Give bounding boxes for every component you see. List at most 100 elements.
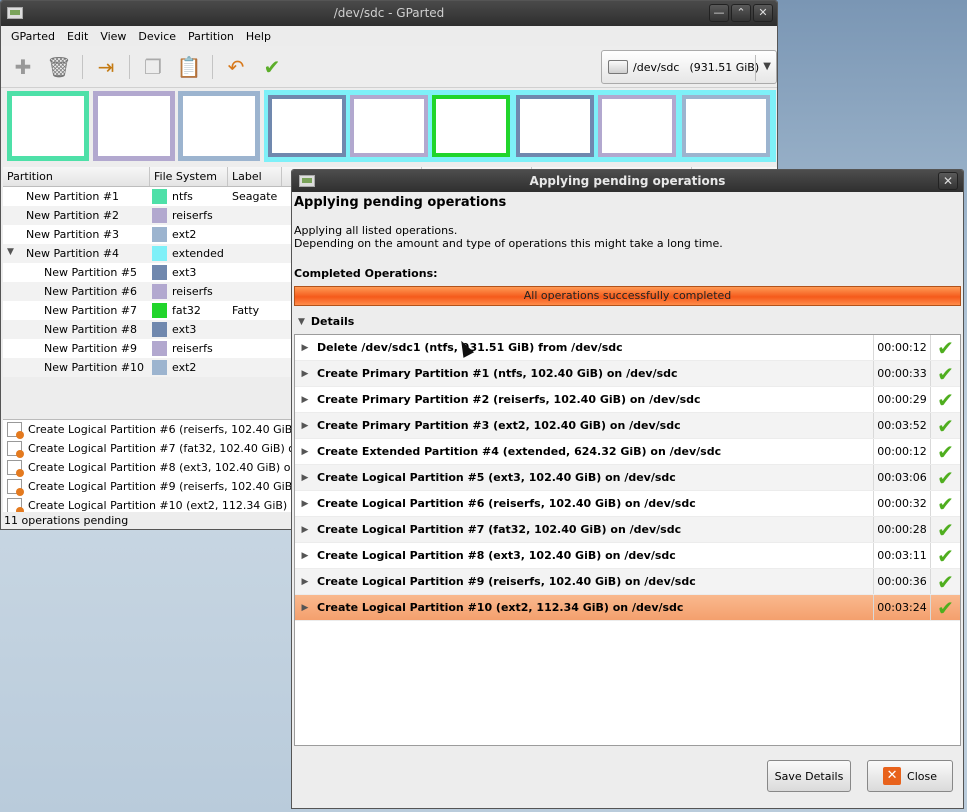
partition-name: New Partition #2 [26, 209, 120, 222]
menu-partition[interactable]: Partition [182, 30, 240, 43]
detail-text: Delete /dev/sdc1 (ntfs, 931.51 GiB) from… [317, 341, 623, 354]
success-check-icon: ✔ [937, 543, 954, 568]
close-label: Close [907, 769, 937, 783]
expander-triangle-icon[interactable]: ▶ [295, 421, 315, 431]
detail-row[interactable]: ▶ Delete /dev/sdc1 (ntfs, 931.51 GiB) fro… [295, 335, 960, 361]
partition-fs: extended [172, 247, 224, 260]
create-partition-icon [7, 460, 24, 477]
detail-row[interactable]: ▶ Create Logical Partition #10 (ext2, 112… [295, 595, 960, 621]
paste-icon[interactable]: 📋 [173, 51, 205, 83]
device-selector[interactable]: /dev/sdc (931.51 GiB) ▼ [601, 50, 777, 84]
expander-triangle-icon[interactable]: ▶ [295, 577, 315, 587]
expander-triangle-icon[interactable]: ▶ [295, 447, 315, 457]
menu-help[interactable]: Help [240, 30, 277, 43]
dialog-description: Applying all listed operations. [294, 224, 458, 237]
partition-row[interactable]: New Partition #2 reiserfs [3, 206, 293, 225]
column-file-system[interactable]: File System [150, 167, 228, 186]
toolbar: ✚ 🗑 ⇥ ❐ 📋 ↶ ✔ /dev/sdc (931.51 GiB) ▼ [1, 46, 777, 88]
detail-row[interactable]: ▶ Create Primary Partition #2 (reiserfs, … [295, 387, 960, 413]
map-partition-1[interactable] [7, 91, 89, 161]
partition-row[interactable]: ▼ New Partition #4 extended [3, 244, 293, 263]
expander-triangle-icon[interactable]: ▶ [295, 499, 315, 509]
menu-view[interactable]: View [94, 30, 132, 43]
map-partition-9[interactable] [598, 95, 676, 157]
detail-row[interactable]: ▶ Create Extended Partition #4 (extended,… [295, 439, 960, 465]
column-label[interactable]: Label [228, 167, 282, 186]
detail-row[interactable]: ▶ Create Logical Partition #5 (ext3, 102.… [295, 465, 960, 491]
expander-triangle-icon[interactable]: ▶ [295, 603, 315, 613]
apply-icon[interactable]: ✔ [256, 51, 288, 83]
dialog-title: Applying pending operations [529, 174, 726, 188]
partition-row[interactable]: New Partition #3 ext2 [3, 225, 293, 244]
partition-row[interactable]: New Partition #10 ext2 [3, 358, 293, 377]
copy-icon[interactable]: ❐ [137, 51, 169, 83]
success-check-icon: ✔ [937, 413, 954, 438]
detail-time: 00:03:11 [873, 543, 931, 568]
menu-device[interactable]: Device [132, 30, 182, 43]
column-partition[interactable]: Partition [3, 167, 150, 186]
map-partition-3[interactable] [178, 91, 260, 161]
expander-triangle-icon[interactable]: ▶ [295, 343, 315, 353]
map-partition-7[interactable] [432, 95, 510, 157]
detail-row[interactable]: ▶ Create Logical Partition #9 (reiserfs, … [295, 569, 960, 595]
detail-row[interactable]: ▶ Create Logical Partition #8 (ext3, 102.… [295, 543, 960, 569]
success-check-icon: ✔ [937, 569, 954, 594]
map-partition-5[interactable] [268, 95, 346, 157]
operation-row[interactable]: Create Logical Partition #8 (ext3, 102.4… [3, 458, 293, 477]
delete-icon[interactable]: 🗑 [43, 51, 75, 83]
menu-gparted[interactable]: GParted [5, 30, 61, 43]
partition-row[interactable]: New Partition #1 ntfs Seagate [3, 187, 293, 206]
detail-row[interactable]: ▶ Create Logical Partition #6 (reiserfs, … [295, 491, 960, 517]
operation-row[interactable]: Create Logical Partition #7 (fat32, 102.… [3, 439, 293, 458]
new-partition-icon[interactable]: ✚ [7, 51, 39, 83]
status-bar: 11 operations pending [1, 512, 293, 529]
map-partition-8[interactable] [516, 95, 594, 157]
toolbar-separator [129, 54, 130, 79]
details-expander[interactable]: ▼ Details [298, 315, 354, 328]
expander-triangle-icon[interactable]: ▼ [7, 247, 14, 257]
partition-name: New Partition #10 [44, 361, 145, 374]
expander-triangle-icon[interactable]: ▶ [295, 551, 315, 561]
expander-triangle-icon[interactable]: ▶ [295, 395, 315, 405]
partition-row[interactable]: New Partition #7 fat32 Fatty [3, 301, 293, 320]
map-partition-6[interactable] [350, 95, 428, 157]
partition-row[interactable]: New Partition #9 reiserfs [3, 339, 293, 358]
maximize-button[interactable]: ⌃ [731, 4, 751, 22]
detail-text: Create Logical Partition #8 (ext3, 102.4… [317, 549, 676, 562]
detail-row[interactable]: ▶ Create Logical Partition #7 (fat32, 102… [295, 517, 960, 543]
partition-fs: ntfs [172, 190, 193, 203]
partition-label: Fatty [232, 304, 260, 317]
partition-row[interactable]: New Partition #6 reiserfs [3, 282, 293, 301]
minimize-button[interactable]: — [709, 4, 729, 22]
close-window-button[interactable]: ✕ [753, 4, 773, 22]
expander-triangle-icon[interactable]: ▶ [295, 473, 315, 483]
resize-move-icon[interactable]: ⇥ [90, 51, 122, 83]
operation-row[interactable]: Create Logical Partition #6 (reiserfs, 1… [3, 420, 293, 439]
expander-triangle-icon[interactable]: ▶ [295, 369, 315, 379]
success-check-icon: ✔ [937, 387, 954, 412]
save-details-button[interactable]: Save Details [767, 760, 851, 792]
dialog-description-2: Depending on the amount and type of oper… [294, 237, 723, 250]
map-partition-4-extended[interactable] [264, 90, 776, 162]
close-icon[interactable]: ✕ [938, 172, 958, 190]
map-partition-2[interactable] [93, 91, 175, 161]
operation-row[interactable]: Create Logical Partition #10 (ext2, 112.… [3, 496, 293, 513]
operation-row[interactable]: Create Logical Partition #9 (reiserfs, 1… [3, 477, 293, 496]
detail-text: Create Extended Partition #4 (extended, … [317, 445, 722, 458]
map-partition-10[interactable] [682, 95, 770, 157]
detail-row[interactable]: ▶ Create Primary Partition #1 (ntfs, 102.… [295, 361, 960, 387]
undo-icon[interactable]: ↶ [220, 51, 252, 83]
partition-label: Seagate [232, 190, 278, 203]
partition-fs: ext3 [172, 323, 197, 336]
detail-text: Create Logical Partition #5 (ext3, 102.4… [317, 471, 676, 484]
partition-row[interactable]: New Partition #8 ext3 [3, 320, 293, 339]
close-button[interactable]: ✕ Close [867, 760, 953, 792]
partition-fs: reiserfs [172, 285, 213, 298]
detail-row[interactable]: ▶ Create Primary Partition #3 (ext2, 102.… [295, 413, 960, 439]
expander-triangle-icon[interactable]: ▶ [295, 525, 315, 535]
partition-row[interactable]: New Partition #5 ext3 [3, 263, 293, 282]
partition-name: New Partition #6 [44, 285, 138, 298]
detail-text: Create Primary Partition #3 (ext2, 102.4… [317, 419, 681, 432]
fs-color-swatch [152, 189, 167, 204]
menu-edit[interactable]: Edit [61, 30, 94, 43]
